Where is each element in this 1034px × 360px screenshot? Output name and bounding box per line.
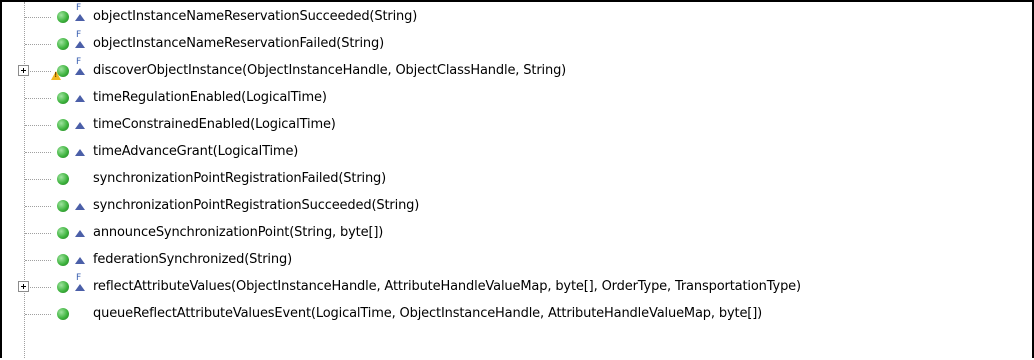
- method-label[interactable]: timeAdvanceGrant(LogicalTime): [93, 143, 298, 161]
- method-public-icon: [57, 38, 69, 50]
- final-marker-icon: F: [76, 3, 82, 13]
- override-triangle-icon: [75, 257, 85, 264]
- override-triangle-icon: [75, 149, 85, 156]
- outline-tree[interactable]: F objectInstanceNameReservationSucceeded…: [2, 2, 1032, 358]
- tree-connector: [25, 233, 51, 234]
- tree-connector: [25, 44, 51, 45]
- tree-row-7[interactable]: synchronizationPointRegistrationSucceede…: [2, 193, 1032, 220]
- override-triangle-icon: [75, 230, 85, 237]
- tree-connector: [25, 206, 51, 207]
- method-label[interactable]: objectInstanceNameReservationFailed(Stri…: [93, 35, 384, 53]
- tree-row-11[interactable]: queueReflectAttributeValuesEvent(Logical…: [2, 301, 1032, 328]
- override-triangle-icon: [75, 284, 85, 291]
- override-triangle-icon: [75, 41, 85, 48]
- method-label[interactable]: reflectAttributeValues(ObjectInstanceHan…: [93, 278, 801, 296]
- override-triangle-icon: [75, 95, 85, 102]
- tree-row-8[interactable]: announceSynchronizationPoint(String, byt…: [2, 220, 1032, 247]
- tree-row-4[interactable]: timeConstrainedEnabled(LogicalTime): [2, 112, 1032, 139]
- override-triangle-icon: [75, 14, 85, 21]
- tree-row-9[interactable]: federationSynchronized(String): [2, 247, 1032, 274]
- method-public-icon: [57, 308, 69, 320]
- override-triangle-icon: [75, 68, 85, 75]
- tree-row-3[interactable]: timeRegulationEnabled(LogicalTime): [2, 85, 1032, 112]
- tree-row-5[interactable]: timeAdvanceGrant(LogicalTime): [2, 139, 1032, 166]
- method-public-icon: [57, 146, 69, 158]
- tree-connector: [25, 314, 51, 315]
- tree-connector: [25, 260, 51, 261]
- method-public-icon: [57, 254, 69, 266]
- warning-mark: !: [54, 71, 58, 79]
- override-triangle-icon: [75, 122, 85, 129]
- override-triangle-icon: [75, 203, 85, 210]
- method-public-icon: [57, 227, 69, 239]
- method-label[interactable]: synchronizationPointRegistrationSucceede…: [93, 197, 419, 215]
- method-public-icon: [57, 92, 69, 104]
- method-label[interactable]: timeConstrainedEnabled(LogicalTime): [93, 116, 336, 134]
- method-public-icon: [57, 173, 69, 185]
- method-public-icon: [57, 119, 69, 131]
- expand-plus-icon[interactable]: [18, 65, 29, 76]
- tree-connector: [25, 179, 51, 180]
- method-public-icon: [57, 281, 69, 293]
- final-marker-icon: F: [76, 57, 82, 67]
- outline-tree-frame: F objectInstanceNameReservationSucceeded…: [0, 0, 1034, 358]
- method-label[interactable]: federationSynchronized(String): [93, 251, 292, 269]
- method-label[interactable]: queueReflectAttributeValuesEvent(Logical…: [93, 305, 762, 323]
- method-label[interactable]: announceSynchronizationPoint(String, byt…: [93, 224, 383, 242]
- tree-row-10[interactable]: F reflectAttributeValues(ObjectInstanceH…: [2, 273, 1032, 301]
- method-label[interactable]: synchronizationPointRegistrationFailed(S…: [93, 170, 386, 188]
- method-public-icon: [57, 200, 69, 212]
- method-label[interactable]: objectInstanceNameReservationSucceeded(S…: [93, 8, 417, 26]
- tree-connector: [25, 152, 51, 153]
- expand-plus-icon[interactable]: [18, 281, 29, 292]
- method-public-icon: [57, 11, 69, 23]
- method-label[interactable]: timeRegulationEnabled(LogicalTime): [93, 89, 327, 107]
- tree-row-1[interactable]: F objectInstanceNameReservationFailed(St…: [2, 30, 1032, 58]
- final-marker-icon: F: [76, 30, 82, 40]
- final-marker-icon: F: [76, 273, 82, 283]
- tree-row-2[interactable]: ! F discoverObjectInstance(ObjectInstanc…: [2, 57, 1032, 85]
- tree-row-6[interactable]: synchronizationPointRegistrationFailed(S…: [2, 166, 1032, 193]
- tree-connector: [25, 125, 51, 126]
- tree-connector: [25, 98, 51, 99]
- method-label[interactable]: discoverObjectInstance(ObjectInstanceHan…: [93, 62, 566, 80]
- tree-row-0[interactable]: F objectInstanceNameReservationSucceeded…: [2, 3, 1032, 31]
- tree-connector: [25, 17, 51, 18]
